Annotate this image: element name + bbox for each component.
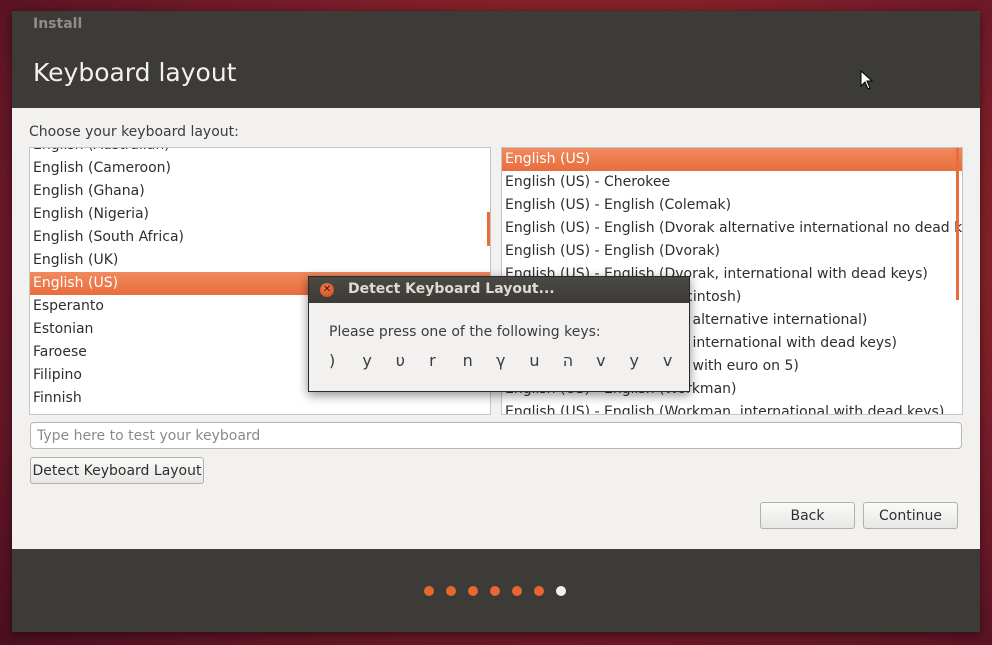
footer-bar xyxy=(12,549,980,632)
layout-list-item[interactable]: French xyxy=(30,410,490,414)
variant-list-item[interactable]: English (US) - English (Workman, interna… xyxy=(502,401,962,414)
progress-dot xyxy=(424,586,434,596)
dialog-titlebar: ✕ Detect Keyboard Layout... xyxy=(309,277,689,303)
mouse-pointer-icon xyxy=(860,70,874,90)
variant-list-item[interactable]: English (US) - Cherokee xyxy=(502,171,962,194)
layout-list-item[interactable]: English (UK) xyxy=(30,249,490,272)
layout-list-item[interactable]: English (Ghana) xyxy=(30,180,490,203)
detect-keyboard-dialog: ✕ Detect Keyboard Layout... Please press… xyxy=(308,276,690,392)
key-candidate: γ xyxy=(495,351,506,370)
variant-list-item[interactable]: English (US) xyxy=(502,148,962,171)
progress-dot xyxy=(490,586,500,596)
key-candidate: y xyxy=(629,351,639,370)
key-candidate: υ xyxy=(395,351,406,370)
variant-list-item[interactable]: English (US) - English (Colemak) xyxy=(502,194,962,217)
key-candidates: ) y υ r n γ u ה v y v xyxy=(327,351,694,370)
progress-dots xyxy=(424,586,566,596)
dialog-message: Please press one of the following keys: xyxy=(329,324,601,340)
variant-list-item[interactable]: English (US) - English (Dvorak) xyxy=(502,240,962,263)
header-bar: Install Keyboard layout xyxy=(12,11,980,108)
progress-dot xyxy=(512,586,522,596)
progress-dot xyxy=(534,586,544,596)
progress-dot xyxy=(556,586,566,596)
page-title: Keyboard layout xyxy=(33,58,237,87)
progress-dot xyxy=(468,586,478,596)
window-title: Install xyxy=(33,16,83,32)
variant-list-scrollbar[interactable] xyxy=(956,148,959,300)
key-candidate: r xyxy=(429,351,436,370)
key-candidate: u xyxy=(529,351,540,370)
key-candidate: y xyxy=(362,351,372,370)
layout-prompt-label: Choose your keyboard layout: xyxy=(29,124,239,140)
layout-list-scrollbar[interactable] xyxy=(487,212,490,246)
variant-list-item[interactable]: English (US) - English (Dvorak alternati… xyxy=(502,217,962,240)
layout-list-item[interactable]: English (Australian) xyxy=(30,148,490,157)
layout-list-item[interactable]: English (Nigeria) xyxy=(30,203,490,226)
continue-button[interactable]: Continue xyxy=(863,502,958,529)
dialog-title: Detect Keyboard Layout... xyxy=(348,281,555,297)
key-candidate: n xyxy=(462,351,473,370)
layout-list-item[interactable]: English (South Africa) xyxy=(30,226,490,249)
key-candidate: v xyxy=(596,351,606,370)
key-candidate: v xyxy=(662,351,673,370)
key-candidate: ) xyxy=(329,351,336,370)
keyboard-test-input[interactable] xyxy=(30,422,962,449)
layout-list-item[interactable]: English (Cameroon) xyxy=(30,157,490,180)
detect-keyboard-layout-button[interactable]: Detect Keyboard Layout xyxy=(30,457,204,484)
key-candidate: ה xyxy=(562,351,574,370)
back-button[interactable]: Back xyxy=(760,502,855,529)
close-icon[interactable]: ✕ xyxy=(320,283,334,297)
progress-dot xyxy=(446,586,456,596)
